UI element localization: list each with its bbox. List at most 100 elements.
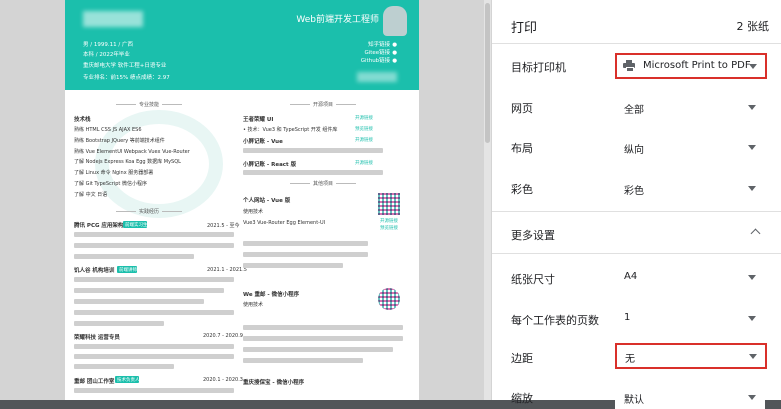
divider [492, 253, 781, 254]
scale-label: 缩放 [511, 392, 533, 405]
destination-select[interactable]: Microsoft Print to PDF [615, 53, 767, 79]
info-line-1: 男 / 1999.11 / 广西 [83, 42, 133, 48]
layout-select[interactable]: 纵向 [615, 135, 765, 159]
project-title: 重庆搜保宝 - 微信小程序 [243, 380, 305, 386]
margins-label: 边距 [511, 352, 533, 365]
skill-line: 熟练 Bootstrap JQuery 等前端技术组件 [74, 138, 165, 144]
print-preview-area: Web前端开发工程师 男 / 1999.11 / 广西 本科 / 2022年毕业… [0, 0, 492, 400]
chevron-down-icon [748, 105, 756, 110]
chevron-down-icon [748, 275, 756, 280]
skill-line: 了解 Nodejs Express Koa Egg 数据库 MySQL [74, 159, 181, 165]
divider [492, 211, 781, 212]
text-line [243, 358, 363, 363]
resume-page: Web前端开发工程师 男 / 1999.11 / 广西 本科 / 2022年毕业… [65, 0, 419, 400]
tech-label: 使用技术 [243, 302, 264, 308]
exp-company: 荣耀科技 运营专员 [74, 335, 120, 341]
print-settings-panel: 打印 2 张纸 目标打印机 Microsoft Print to PDF 网页 … [492, 0, 781, 409]
chevron-down-icon [748, 186, 756, 191]
text-line [74, 364, 174, 369]
project-link[interactable]: 开源链接 [355, 160, 373, 166]
qr-code [378, 288, 400, 310]
exp-date: 2021.5 - 至今 [207, 223, 240, 229]
pages-select[interactable]: 全部 [615, 95, 765, 119]
other-heading: 其他项目 [287, 180, 359, 187]
text-line [74, 243, 234, 248]
exp-tag: 前端实习生 [123, 221, 148, 228]
skill-line: 了解 Linux 命令 Nginx 服务器部署 [74, 170, 154, 176]
tech-stack: Vue3 Vue-Router Egg Element-UI [243, 220, 326, 226]
text-line [74, 310, 234, 315]
gitee-link[interactable]: Gitee链接 [364, 48, 397, 56]
margins-value: 无 [625, 354, 635, 365]
qr-code [378, 193, 400, 215]
paper-size-value: A4 [624, 271, 638, 282]
project-title: 个人网站 - Vue 版 [243, 198, 291, 204]
experience-heading: 实践经历 [113, 208, 185, 215]
tech-stack-label: 技术栈 [74, 117, 91, 123]
text-line [74, 388, 234, 393]
scrollbar-thumb[interactable] [485, 3, 490, 143]
divider [492, 43, 781, 44]
exp-company: 腾讯 PCG 应用架构 [74, 223, 124, 229]
color-value: 彩色 [624, 186, 644, 197]
project-title: 小屏记账 - React 版 [243, 162, 297, 168]
chevron-up-icon [750, 228, 761, 239]
destination-label: 目标打印机 [511, 61, 566, 74]
exp-company: 重邮 团山工作室 [74, 379, 115, 385]
exp-date: 2020.7 - 2020.9 [203, 333, 243, 339]
github-link[interactable]: Github链接 [361, 56, 397, 64]
text-line [243, 170, 383, 175]
more-settings-toggle[interactable]: 更多设置 [511, 227, 555, 243]
project-title: 王者荣耀 UI [243, 117, 274, 123]
skill-line: 了解 中文 日语 [74, 192, 108, 198]
text-line [243, 347, 393, 352]
pages-label: 网页 [511, 102, 533, 115]
project-preview-link[interactable]: 预览链接 [355, 126, 373, 132]
preview-scrollbar[interactable] [484, 0, 491, 400]
project-link[interactable]: 开源链接 [380, 218, 398, 224]
text-line [74, 288, 224, 293]
chevron-down-icon [748, 316, 756, 321]
info-line-4: 专业排名：前15% 绩点成绩：2.97 [83, 75, 170, 81]
project-link[interactable]: 开源链接 [355, 137, 373, 143]
text-line [74, 321, 164, 326]
text-line [243, 325, 403, 330]
text-line [243, 336, 403, 341]
text-line [74, 232, 234, 237]
text-line [74, 254, 194, 259]
exp-company: 饥人谷 机构培训 [74, 268, 115, 274]
print-title: 打印 [511, 21, 538, 36]
text-line [74, 299, 204, 304]
destination-value: Microsoft Print to PDF [643, 60, 751, 71]
text-line [243, 263, 343, 268]
layout-value: 纵向 [624, 145, 644, 156]
chevron-down-icon [749, 64, 757, 69]
name-blurred [83, 11, 143, 27]
color-select[interactable]: 彩色 [615, 176, 765, 200]
project-preview-link[interactable]: 预览链接 [380, 225, 398, 231]
tech-label: 使用技术 [243, 209, 264, 215]
scale-select[interactable]: 默认 [615, 385, 765, 409]
text-line [74, 344, 234, 349]
color-label: 彩色 [511, 183, 533, 196]
skills-heading: 专业技能 [113, 101, 185, 108]
pages-value: 全部 [624, 105, 644, 116]
avatar [383, 6, 407, 36]
info-line-3: 重庆邮电大学 软件工程+日语专业 [83, 63, 167, 69]
info-line-2: 本科 / 2022年毕业 [83, 52, 130, 58]
chevron-down-icon [748, 145, 756, 150]
exp-date: 2021.1 - 2021.5 [207, 267, 247, 273]
project-title: We 重邮 - 微信小程序 [243, 292, 300, 298]
skill-line: 熟练 Vue ElementUI Webpack Vuex Vue-Router [74, 149, 190, 155]
scale-value: 默认 [624, 395, 644, 406]
margins-select[interactable]: 无 [615, 343, 767, 369]
pages-per-sheet-label: 每个工作表的页数 [511, 314, 599, 327]
project-title: 小屏记账 - Vue [243, 139, 283, 145]
text-line [243, 148, 383, 153]
skill-line: 了解 Git TypeScript 微信小程序 [74, 181, 147, 187]
zhihu-link[interactable]: 知乎链接 [368, 40, 397, 48]
blurred-contact [357, 72, 397, 82]
pages-per-sheet-select[interactable]: 1 [615, 306, 765, 330]
paper-size-select[interactable]: A4 [615, 265, 765, 289]
project-link[interactable]: 开源链接 [355, 115, 373, 121]
